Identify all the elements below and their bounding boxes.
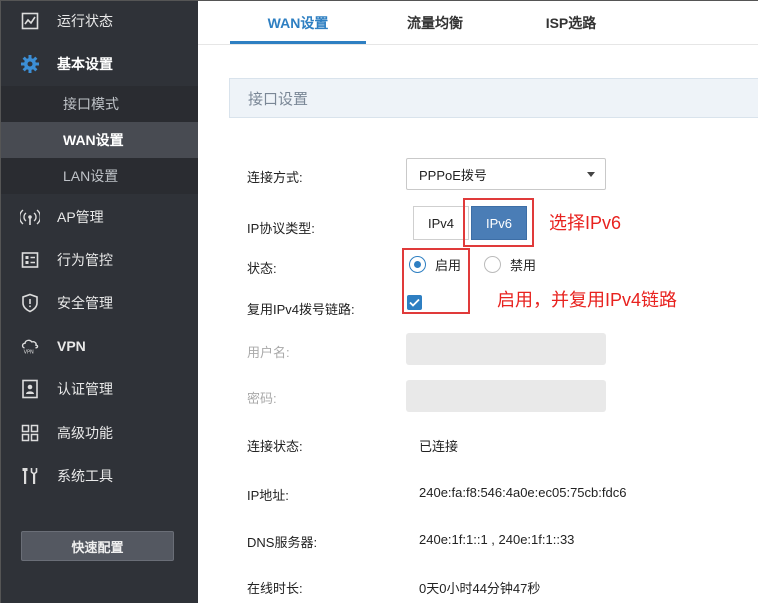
sidebar-item-label: 运行状态 — [57, 13, 113, 29]
gear-icon — [20, 54, 40, 74]
connection-mode-select[interactable]: PPPoE拨号 — [406, 158, 606, 190]
dns-value: 240e:1f:1::1 , 240e:1f:1::33 — [419, 532, 575, 547]
sidebar-item-advanced[interactable]: 高级功能 — [1, 413, 198, 453]
active-tab-indicator — [230, 41, 366, 44]
chart-icon — [20, 11, 40, 31]
sidebar-item-auth-management[interactable]: 认证管理 — [1, 369, 198, 409]
uptime-label: 在线时长: — [247, 581, 303, 596]
tab-wan-settings[interactable]: WAN设置 — [230, 1, 366, 45]
quick-config-button[interactable]: 快速配置 — [21, 531, 174, 561]
connection-mode-value: PPPoE拨号 — [419, 167, 487, 183]
sidebar: 运行状态 基本设置 接口模式 WAN设置 LAN设置 AP管理 行为管控 安全管… — [1, 1, 198, 603]
main-content: WAN设置 流量均衡 ISP选路 接口设置 连接方式: PPPoE拨号 IP协议… — [198, 1, 758, 603]
dns-label: DNS服务器: — [247, 535, 318, 550]
tools-icon — [20, 466, 40, 486]
svg-text:VPN: VPN — [24, 349, 34, 355]
conn-status-label: 连接状态: — [247, 439, 303, 454]
sidebar-item-label: AP管理 — [57, 209, 104, 225]
shield-icon — [20, 293, 40, 313]
tab-traffic-balance[interactable]: 流量均衡 — [380, 1, 490, 45]
reuse-ipv4-label: 复用IPv4拨号链路: — [247, 302, 355, 317]
ipv4-option[interactable]: IPv4 — [413, 206, 469, 240]
sidebar-subitem-label: 接口模式 — [63, 96, 119, 112]
sidebar-item-label: 系统工具 — [57, 468, 113, 484]
sidebar-subitem-lan-settings[interactable]: LAN设置 — [1, 158, 198, 194]
status-disable-radio[interactable]: 禁用 — [484, 254, 536, 274]
sidebar-item-label: 高级功能 — [57, 425, 113, 441]
sidebar-item-system-tools[interactable]: 系统工具 — [1, 456, 198, 496]
radio-unselected-icon — [484, 255, 501, 273]
sidebar-item-label: VPN — [57, 338, 86, 354]
uptime-value: 0天0小时44分钟47秒 — [419, 581, 541, 596]
password-input[interactable] — [406, 380, 606, 412]
sidebar-item-status[interactable]: 运行状态 — [1, 1, 198, 41]
sidebar-subitem-label: LAN设置 — [63, 168, 119, 184]
sidebar-item-ap-management[interactable]: AP管理 — [1, 197, 198, 237]
connection-mode-label: 连接方式: — [247, 170, 303, 185]
status-label: 状态: — [247, 261, 277, 276]
grid-icon — [20, 423, 40, 443]
username-label: 用户名: — [247, 345, 290, 360]
annotation-box-enable — [402, 248, 470, 314]
wireless-ap-icon — [20, 207, 40, 227]
annotation-enable-reuse: 启用，并复用IPv4链路 — [497, 290, 678, 310]
vpn-cloud-icon: VPN — [20, 336, 40, 356]
sidebar-item-label: 安全管理 — [57, 295, 113, 311]
caret-down-icon — [587, 172, 595, 177]
behavior-control-icon — [20, 250, 40, 270]
sidebar-subitem-label: WAN设置 — [63, 132, 124, 148]
auth-badge-icon — [20, 379, 40, 399]
status-disable-label: 禁用 — [510, 257, 537, 273]
password-label: 密码: — [247, 391, 277, 406]
sidebar-item-basic-settings[interactable]: 基本设置 — [1, 44, 198, 84]
sidebar-item-security[interactable]: 安全管理 — [1, 283, 198, 323]
annotation-select-ipv6: 选择IPv6 — [549, 213, 622, 233]
sidebar-item-label: 认证管理 — [57, 381, 113, 397]
ip-address-value: 240e:fa:f8:546:4a0e:ec05:75cb:fdc6 — [419, 485, 627, 500]
sidebar-subitem-wan-settings[interactable]: WAN设置 — [1, 122, 198, 158]
sidebar-item-vpn[interactable]: VPN VPN — [1, 326, 198, 366]
sidebar-item-behavior-control[interactable]: 行为管控 — [1, 240, 198, 280]
ip-address-label: IP地址: — [247, 488, 289, 503]
sidebar-item-label: 行为管控 — [57, 252, 113, 268]
section-title: 接口设置 — [229, 78, 758, 118]
ip-protocol-label: IP协议类型: — [247, 221, 315, 236]
tab-isp-routing[interactable]: ISP选路 — [516, 1, 626, 45]
annotation-box-ipv6 — [463, 198, 534, 247]
conn-status-value: 已连接 — [419, 439, 459, 454]
tab-bar: WAN设置 流量均衡 ISP选路 — [198, 1, 758, 45]
sidebar-subitem-interface-mode[interactable]: 接口模式 — [1, 86, 198, 122]
sidebar-item-label: 基本设置 — [57, 56, 113, 72]
username-input[interactable] — [406, 333, 606, 365]
